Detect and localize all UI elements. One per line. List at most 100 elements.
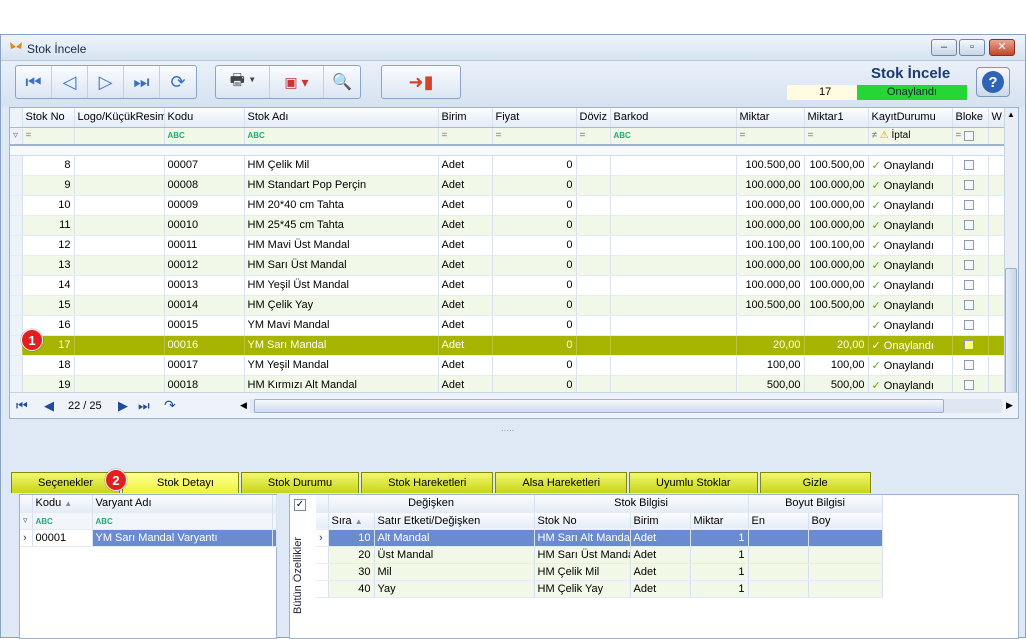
table-row[interactable]: 12 00011 HM Mavi Üst Mandal Adet 0 100.100,00… (10, 235, 1005, 256)
tab-stok-hareketleri[interactable]: Stok Hareketleri (361, 472, 494, 493)
table-row[interactable]: 8 00007 HM Çelik Mil Adet 0 100.500,00 100.500… (10, 155, 1005, 176)
table-row[interactable]: 18 00017 YM Yeşil Mandal Adet 0 100,00 100,00 ✓… (10, 355, 1005, 376)
bloke-checkbox[interactable] (963, 240, 974, 251)
filter-cell[interactable]: = (492, 127, 577, 146)
detail-col-miktar[interactable]: Miktar (690, 512, 749, 530)
table-row[interactable]: 16 00015 YM Mavi Mandal Adet 0 ✓ Onaylandı (10, 315, 1005, 336)
filter-cell[interactable]: = (22, 127, 75, 146)
bloke-checkbox[interactable] (963, 300, 974, 311)
scroll-left-icon[interactable]: ◀ (240, 400, 247, 411)
table-row[interactable]: 15 00014 HM Çelik Yay Adet 0 100.500,00 100.50… (10, 295, 1005, 316)
filter-cell[interactable]: ≠ ⚠ İptal (868, 127, 953, 146)
col-w[interactable]: W (988, 108, 1005, 128)
tab-uyumlu-stoklar[interactable]: Uyumlu Stoklar (629, 472, 758, 493)
bloke-checkbox[interactable] (963, 220, 974, 231)
next-record-button[interactable]: ▷ (88, 66, 124, 98)
filter-cell[interactable]: = (952, 127, 989, 146)
detail-row[interactable]: 20 Üst Mandal HM Sarı Üst Mandal Adet 1 (316, 546, 883, 564)
first-record-button[interactable]: ⏮ (16, 66, 52, 98)
col-stok-adi[interactable]: Stok Adı (244, 108, 439, 128)
filter-cell[interactable] (988, 127, 1005, 146)
filter-cell[interactable]: ABC (164, 127, 245, 146)
filter-cell[interactable]: ABC (244, 127, 439, 146)
minimize-button[interactable]: – (931, 39, 957, 56)
table-row[interactable]: 10 00009 HM 20*40 cm Tahta Adet 0 100.000,00 1… (10, 195, 1005, 216)
export-button[interactable]: ▣ ▾ (270, 66, 324, 98)
horizontal-scroll-thumb[interactable] (254, 399, 944, 413)
filter-cell[interactable]: ABC (92, 512, 273, 530)
bloke-checkbox[interactable] (963, 260, 974, 271)
table-row[interactable]: 13 00012 HM Sarı Üst Mandal Adet 0 100.000,00… (10, 255, 1005, 276)
print-button[interactable]: 🖶 ▾ (216, 66, 270, 98)
filter-cell[interactable]: ABC (32, 512, 93, 530)
reload-page-icon[interactable]: ↷ (164, 397, 176, 414)
variant-col-kodu[interactable]: Kodu ▲ (32, 495, 93, 513)
detail-col-boy[interactable]: Boy (808, 512, 883, 530)
col-stok-no[interactable]: Stok No (22, 108, 75, 128)
filter-cell[interactable]: = (804, 127, 869, 146)
col-miktar1[interactable]: Miktar1 (804, 108, 869, 128)
help-button[interactable]: ? (976, 67, 1010, 97)
table-row[interactable]: 9 00008 HM Standart Pop Perçin Adet 0 100.000… (10, 175, 1005, 196)
scroll-up-icon[interactable]: ▲ (1007, 110, 1015, 119)
vertical-scroll-thumb[interactable] (1005, 268, 1017, 398)
preview-button[interactable]: 🔍 (324, 66, 360, 98)
filter-cell[interactable]: ABC (610, 127, 737, 146)
detail-col-en[interactable]: En (748, 512, 809, 530)
col-miktar[interactable]: Miktar (736, 108, 805, 128)
col-barkod[interactable]: Barkod (610, 108, 737, 128)
bloke-checkbox[interactable] (963, 200, 974, 211)
previous-record-button[interactable]: ◁ (52, 66, 88, 98)
table-row[interactable]: 14 00013 HM Yeşil Üst Mandal Adet 0 100.000,0… (10, 275, 1005, 296)
filter-cell[interactable] (272, 512, 277, 530)
detail-col-sira[interactable]: Sıra ▲ (328, 512, 375, 530)
col-kodu[interactable]: Kodu (164, 108, 245, 128)
horizontal-scrollbar[interactable] (250, 399, 1002, 413)
maximize-button[interactable]: ▫ (959, 39, 985, 56)
tab-gizle[interactable]: Gizle (759, 472, 871, 493)
filter-cell[interactable]: = (438, 127, 493, 146)
detail-col-stok-no[interactable]: Stok No (534, 512, 631, 530)
detail-row[interactable]: › 10 Alt Mandal HM Sarı Alt Mandal Adet 1 (316, 529, 883, 547)
detail-select-all-checkbox[interactable]: ✓ (294, 499, 306, 511)
next-page-icon[interactable]: ▶ (118, 398, 128, 414)
variant-row[interactable]: › 00001 YM Sarı Mandal Varyantı (20, 529, 277, 547)
exit-button[interactable]: ➜▮ (382, 66, 460, 98)
bloke-checkbox[interactable] (963, 380, 974, 391)
filter-row[interactable]: ▿ = ABC ABC = = = ABC = = ≠ ⚠ İptal = (10, 127, 1005, 146)
last-record-button[interactable]: ⏭ (124, 66, 160, 98)
tab-stok-durumu[interactable]: Stok Durumu (240, 472, 360, 493)
tab-secenekler[interactable]: Seçenekler (11, 472, 121, 493)
table-row[interactable]: 11 00010 HM 25*45 cm Tahta Adet 0 100.000,00 1… (10, 215, 1005, 236)
bloke-checkbox[interactable] (963, 180, 974, 191)
bloke-checkbox[interactable] (963, 340, 974, 351)
variant-filter-row[interactable]: ▿ ABC ABC (20, 512, 277, 530)
col-birim[interactable]: Birim (438, 108, 493, 128)
col-bloke[interactable]: Bloke (952, 108, 989, 128)
detail-col-birim[interactable]: Birim (630, 512, 691, 530)
bloke-checkbox[interactable] (963, 360, 974, 371)
table-row[interactable]: 17 00016 YM Sarı Mandal Adet 0 20,00 20,00 ✓ On… (10, 335, 1005, 356)
bloke-checkbox[interactable] (963, 280, 974, 291)
tab-stok-detayi[interactable]: Stok Detayı (122, 472, 239, 493)
scroll-right-icon[interactable]: ▶ (1006, 400, 1013, 411)
detail-row[interactable]: 30 Mil HM Çelik Mil Adet 1 (316, 563, 883, 581)
all-properties-label[interactable]: Bütün Özellikler (292, 515, 312, 635)
splitter[interactable]: ····· (501, 426, 514, 435)
first-page-icon[interactable]: ⏮ (16, 398, 28, 414)
col-doviz[interactable]: Döviz (576, 108, 611, 128)
close-button[interactable]: ✕ (989, 39, 1015, 56)
bloke-checkbox[interactable] (963, 320, 974, 331)
refresh-button[interactable]: ⟳ (160, 66, 196, 98)
detail-row[interactable]: 40 Yay HM Çelik Yay Adet 1 (316, 580, 883, 598)
bloke-checkbox[interactable] (963, 160, 974, 171)
filter-cell[interactable]: = (576, 127, 611, 146)
variant-col-varyant-adi[interactable]: Varyant Adı (92, 495, 273, 513)
col-kayit-durumu[interactable]: KayıtDurumu (868, 108, 953, 128)
col-logo[interactable]: Logo/KüçükResim (74, 108, 165, 128)
filter-checkbox[interactable] (964, 130, 975, 141)
vertical-scrollbar[interactable]: ▲ ▼ (1004, 108, 1018, 418)
filter-cell[interactable] (74, 127, 165, 146)
filter-cell[interactable]: = (736, 127, 805, 146)
last-page-icon[interactable]: ⏭ (138, 398, 150, 414)
